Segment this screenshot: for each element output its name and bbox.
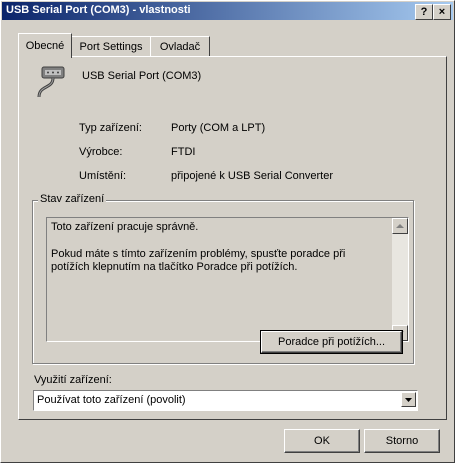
ok-button[interactable]: OK [284, 429, 360, 453]
status-message: Toto zařízení pracuje správně. [51, 221, 199, 233]
cancel-button[interactable]: Storno [364, 429, 440, 453]
manufacturer-label: Výrobce: [79, 146, 123, 158]
troubleshoot-button[interactable]: Poradce při potížích... [260, 330, 403, 354]
title-bar: USB Serial Port (COM3) - vlastnosti ? × [2, 2, 453, 20]
scroll-up-button[interactable] [392, 218, 408, 234]
status-help-text: Pokud máte s tímto zařízením problémy, s… [51, 248, 346, 273]
tab-port-settings-label: Port Settings [79, 41, 143, 53]
status-text-box[interactable]: Toto zařízení pracuje správně. Pokud mát… [46, 217, 409, 342]
tab-driver-label: Ovladač [159, 41, 201, 53]
close-button[interactable]: × [433, 4, 451, 20]
device-usage-label: Využití zařízení: [34, 374, 112, 386]
location-label: Umístění: [79, 170, 127, 182]
scroll-up-icon [396, 224, 404, 228]
troubleshoot-label: Poradce při potížích... [278, 336, 385, 348]
serial-port-icon [35, 65, 69, 101]
device-status-label: Stav zařízení [38, 193, 107, 205]
tab-general[interactable]: Obecné [18, 33, 72, 58]
vertical-scrollbar[interactable] [392, 218, 408, 341]
device-usage-select[interactable]: Používat toto zařízení (povolit) [33, 390, 418, 411]
window-title: USB Serial Port (COM3) - vlastnosti [6, 4, 191, 16]
chevron-down-icon [405, 398, 412, 402]
tab-port-settings[interactable]: Port Settings [71, 36, 151, 57]
manufacturer-value: FTDI [171, 146, 196, 158]
help-button[interactable]: ? [415, 4, 433, 20]
dropdown-button[interactable] [401, 392, 416, 407]
location-value: připojené k USB Serial Converter [171, 170, 334, 182]
tab-driver[interactable]: Ovladač [150, 36, 210, 57]
device-usage-value: Používat toto zařízení (povolit) [37, 394, 186, 406]
ok-label: OK [314, 435, 330, 447]
device-name: USB Serial Port (COM3) [82, 70, 202, 82]
device-type-label: Typ zařízení: [79, 122, 142, 134]
device-type-value: Porty (COM a LPT) [171, 122, 266, 134]
cancel-label: Storno [385, 435, 419, 447]
tab-general-label: Obecné [25, 40, 65, 52]
properties-dialog: USB Serial Port (COM3) - vlastnosti ? × … [0, 0, 455, 463]
